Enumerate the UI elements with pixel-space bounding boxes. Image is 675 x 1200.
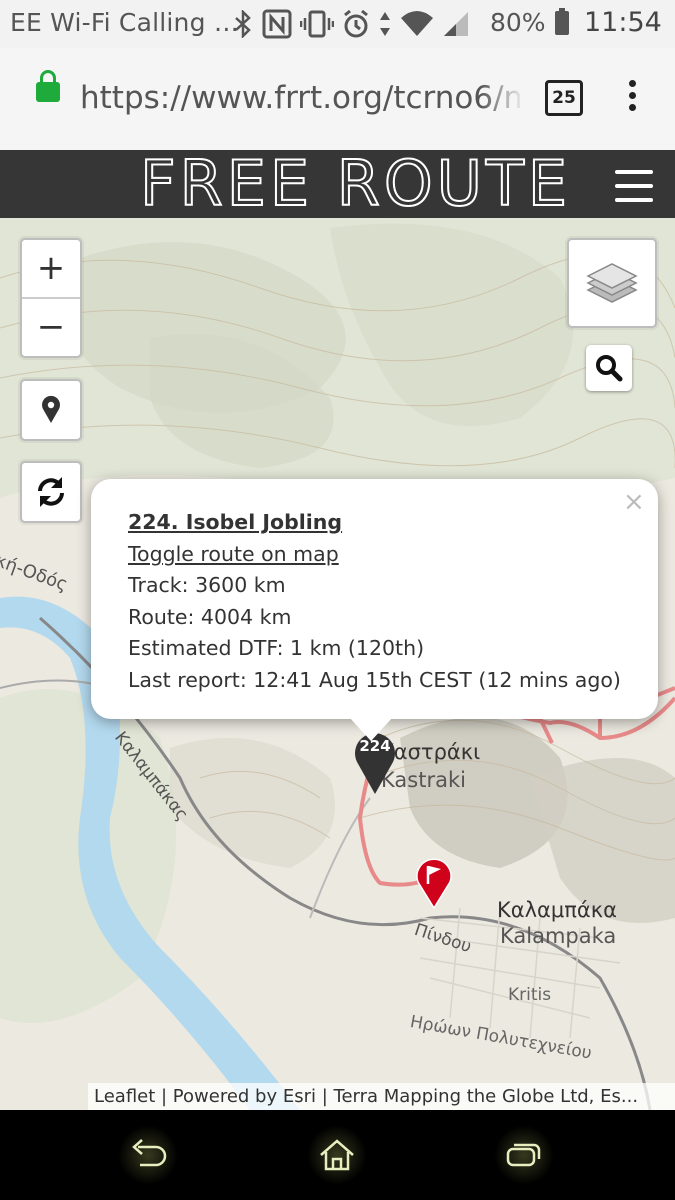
zoom-in-button[interactable]: +: [22, 240, 80, 297]
map-attribution[interactable]: Leaflet | Powered by Esri | Terra Mappin…: [88, 1083, 675, 1110]
refresh-button[interactable]: [20, 461, 82, 523]
toggle-route-link[interactable]: Toggle route on map: [128, 539, 621, 571]
alarm-icon: [344, 9, 368, 38]
url-fade: [480, 74, 525, 124]
lock-icon[interactable]: [36, 70, 60, 102]
home-button[interactable]: [307, 1125, 367, 1185]
clock: 11:54: [584, 7, 662, 38]
data-icon: [380, 12, 390, 36]
back-button[interactable]: [118, 1125, 178, 1185]
tab-switcher-button[interactable]: 25: [545, 80, 583, 116]
status-bar: EE Wi-Fi Calling … 80% 11:54: [0, 0, 675, 48]
menu-icon[interactable]: [629, 80, 637, 116]
refresh-icon: [38, 477, 64, 507]
signal-icon: [444, 12, 468, 36]
zoom-control: + −: [20, 238, 82, 358]
site-logo[interactable]: FREE ROUTE: [139, 147, 571, 221]
popup-close-button[interactable]: ×: [623, 487, 645, 517]
search-icon: [596, 355, 623, 382]
url-field[interactable]: https://www.frrt.org/tcrno6/m: [80, 80, 520, 116]
map-search-button[interactable]: [586, 345, 632, 391]
last-report: Last report: 12:41 Aug 15th CEST (12 min…: [128, 667, 621, 692]
hamburger-menu-icon[interactable]: [615, 170, 653, 212]
carrier-label: EE Wi-Fi Calling …: [10, 8, 240, 37]
back-icon: [132, 1139, 167, 1167]
bluetooth-icon: [235, 10, 251, 38]
recents-button[interactable]: [494, 1125, 554, 1185]
rider-name-link[interactable]: 224. Isobel Jobling: [128, 507, 621, 539]
track-distance: Track: 3600 km: [128, 573, 286, 597]
recents-icon: [506, 1143, 541, 1167]
map-label-kritis: Kritis: [508, 985, 552, 1005]
estimated-dtf: Estimated DTF: 1 km (120th): [128, 636, 425, 660]
locate-button[interactable]: [20, 379, 82, 441]
layers-button[interactable]: [567, 238, 657, 328]
battery-icon: [555, 8, 569, 35]
route-distance: Route: 4004 km: [128, 604, 292, 629]
zoom-out-button[interactable]: −: [22, 297, 80, 356]
layers-icon: [586, 263, 638, 303]
location-pin-icon: [42, 395, 60, 423]
popup-content: 224. Isobel Jobling Toggle route on map …: [128, 507, 621, 696]
map-label-kalampaka: Kalampaka: [500, 924, 617, 948]
finish-flag-marker[interactable]: [414, 854, 454, 910]
wifi-icon: [401, 11, 433, 36]
battery-percent: 80%: [490, 8, 546, 37]
nfc-icon: [262, 9, 292, 39]
vibrate-icon: [300, 10, 334, 38]
popup-tip: [349, 717, 393, 741]
home-icon: [320, 1139, 354, 1171]
map-label-kalampaka-greek: Καλαμπάκα: [497, 898, 617, 922]
status-icons: [232, 9, 470, 39]
